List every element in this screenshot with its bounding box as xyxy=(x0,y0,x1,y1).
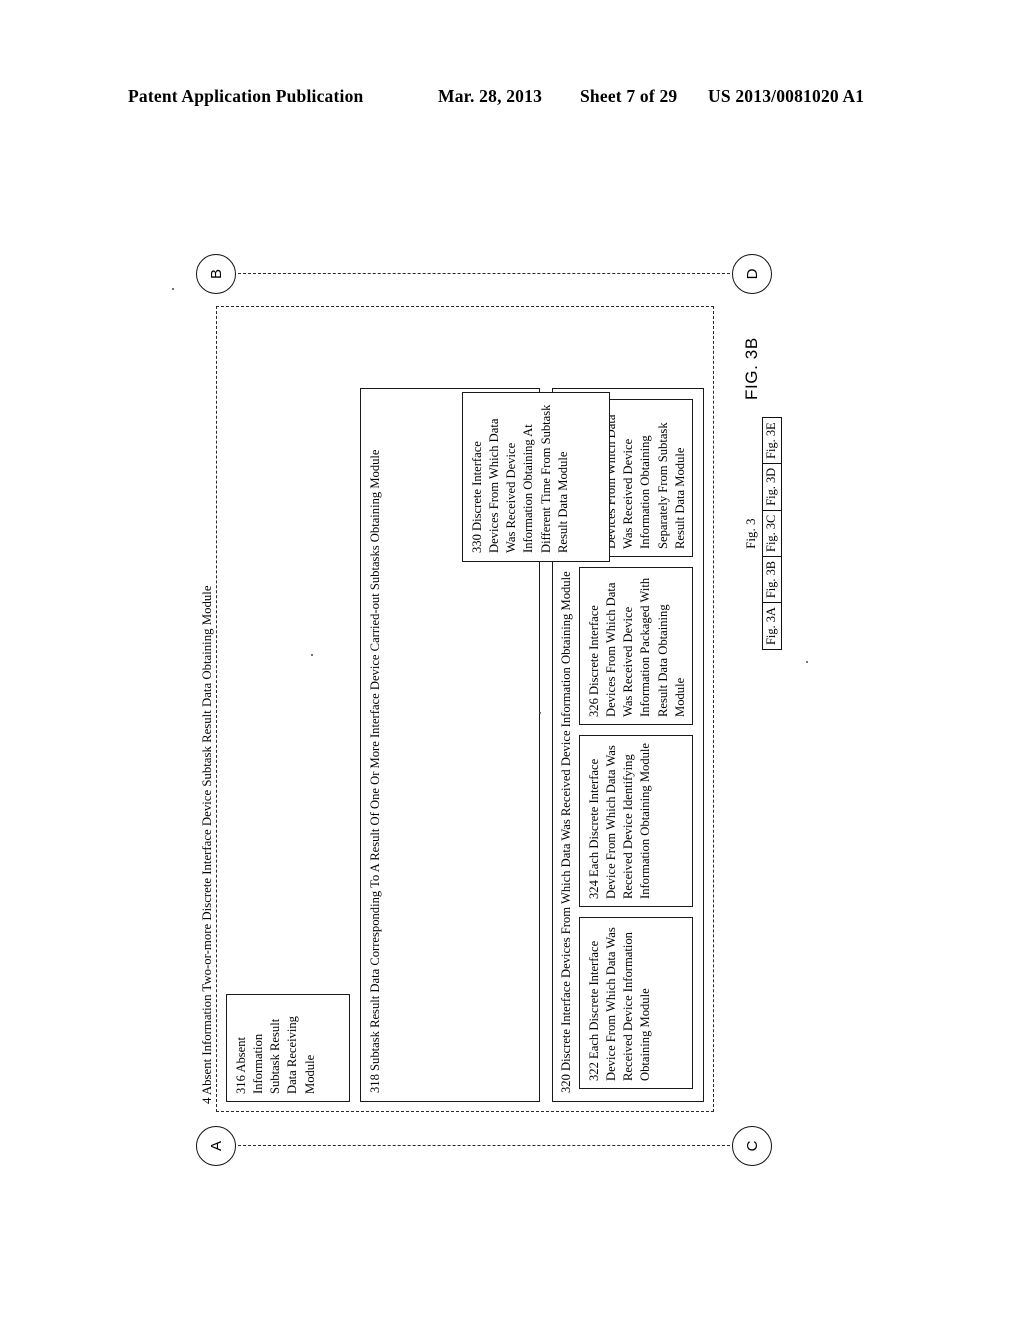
connector-c-label: C xyxy=(743,1140,761,1152)
block-316-label: 316 Absent Information Subtask Result Da… xyxy=(234,1016,317,1094)
block-330-wrapper: 330 Discrete Interface Devices From Whic… xyxy=(462,392,632,562)
block-324-label: 324 Each Discrete Interface Device From … xyxy=(587,743,653,899)
publication-title: Patent Application Publication xyxy=(128,86,364,106)
block-326-label: 326 Discrete Interface Devices From Whic… xyxy=(587,577,687,717)
publication-date: Mar. 28, 2013 xyxy=(438,86,543,106)
block-326: 326 Discrete Interface Devices From Whic… xyxy=(579,567,693,725)
connector-b-label: B xyxy=(207,269,225,280)
connector-a-label: A xyxy=(207,1141,225,1152)
block-314-label: 4 Absent Information Two-or-more Discret… xyxy=(200,585,214,1104)
figure-index-cell-3d[interactable]: Fig. 3D xyxy=(763,462,781,510)
block-316: 316 Absent Information Subtask Result Da… xyxy=(226,994,350,1102)
page-header: Patent Application Publication Mar. 28, … xyxy=(128,86,896,110)
figure-index-title: Fig. 3 xyxy=(743,518,758,549)
block-322-label: 322 Each Discrete Interface Device From … xyxy=(587,927,653,1081)
block-318-label: 318 Subtask Result Data Corresponding To… xyxy=(368,449,382,1094)
figure-index-strip: Fig. 3A Fig. 3B Fig. 3C Fig. 3D Fig. 3E xyxy=(762,417,782,650)
connector-circle-c: C xyxy=(732,1126,772,1166)
block-330: 330 Discrete Interface Devices From Whic… xyxy=(462,392,610,562)
figure-index-cell-3e[interactable]: Fig. 3E xyxy=(763,418,781,463)
connector-d-label: D xyxy=(743,268,761,280)
block-322: 322 Each Discrete Interface Device From … xyxy=(579,917,693,1089)
connector-circle-a: A xyxy=(196,1126,236,1166)
scan-speck xyxy=(172,288,174,290)
scan-speck xyxy=(539,712,541,714)
figure-caption: FIG. 3B xyxy=(742,337,761,400)
figure-index-cell-3c[interactable]: Fig. 3C xyxy=(763,509,781,556)
scan-speck xyxy=(311,654,313,656)
figure-index-cell-3b[interactable]: Fig. 3B xyxy=(763,555,781,603)
patent-number: US 2013/0081020 A1 xyxy=(708,86,865,106)
connector-circle-b: B xyxy=(196,254,236,294)
leader-left xyxy=(238,1145,730,1146)
leader-right xyxy=(238,273,730,274)
figure-index: Fig. 3 Fig. 3A Fig. 3B Fig. 3C Fig. 3D F… xyxy=(743,417,782,650)
scan-speck xyxy=(806,661,808,663)
figure-index-cell-3a[interactable]: Fig. 3A xyxy=(763,602,781,649)
connector-circle-d: D xyxy=(732,254,772,294)
figure-drawing-area: 4 Absent Information Two-or-more Discret… xyxy=(192,250,832,1166)
sheet-number: Sheet 7 of 29 xyxy=(580,86,678,106)
block-330-label: 330 Discrete Interface Devices From Whic… xyxy=(470,404,570,553)
block-324: 324 Each Discrete Interface Device From … xyxy=(579,735,693,907)
